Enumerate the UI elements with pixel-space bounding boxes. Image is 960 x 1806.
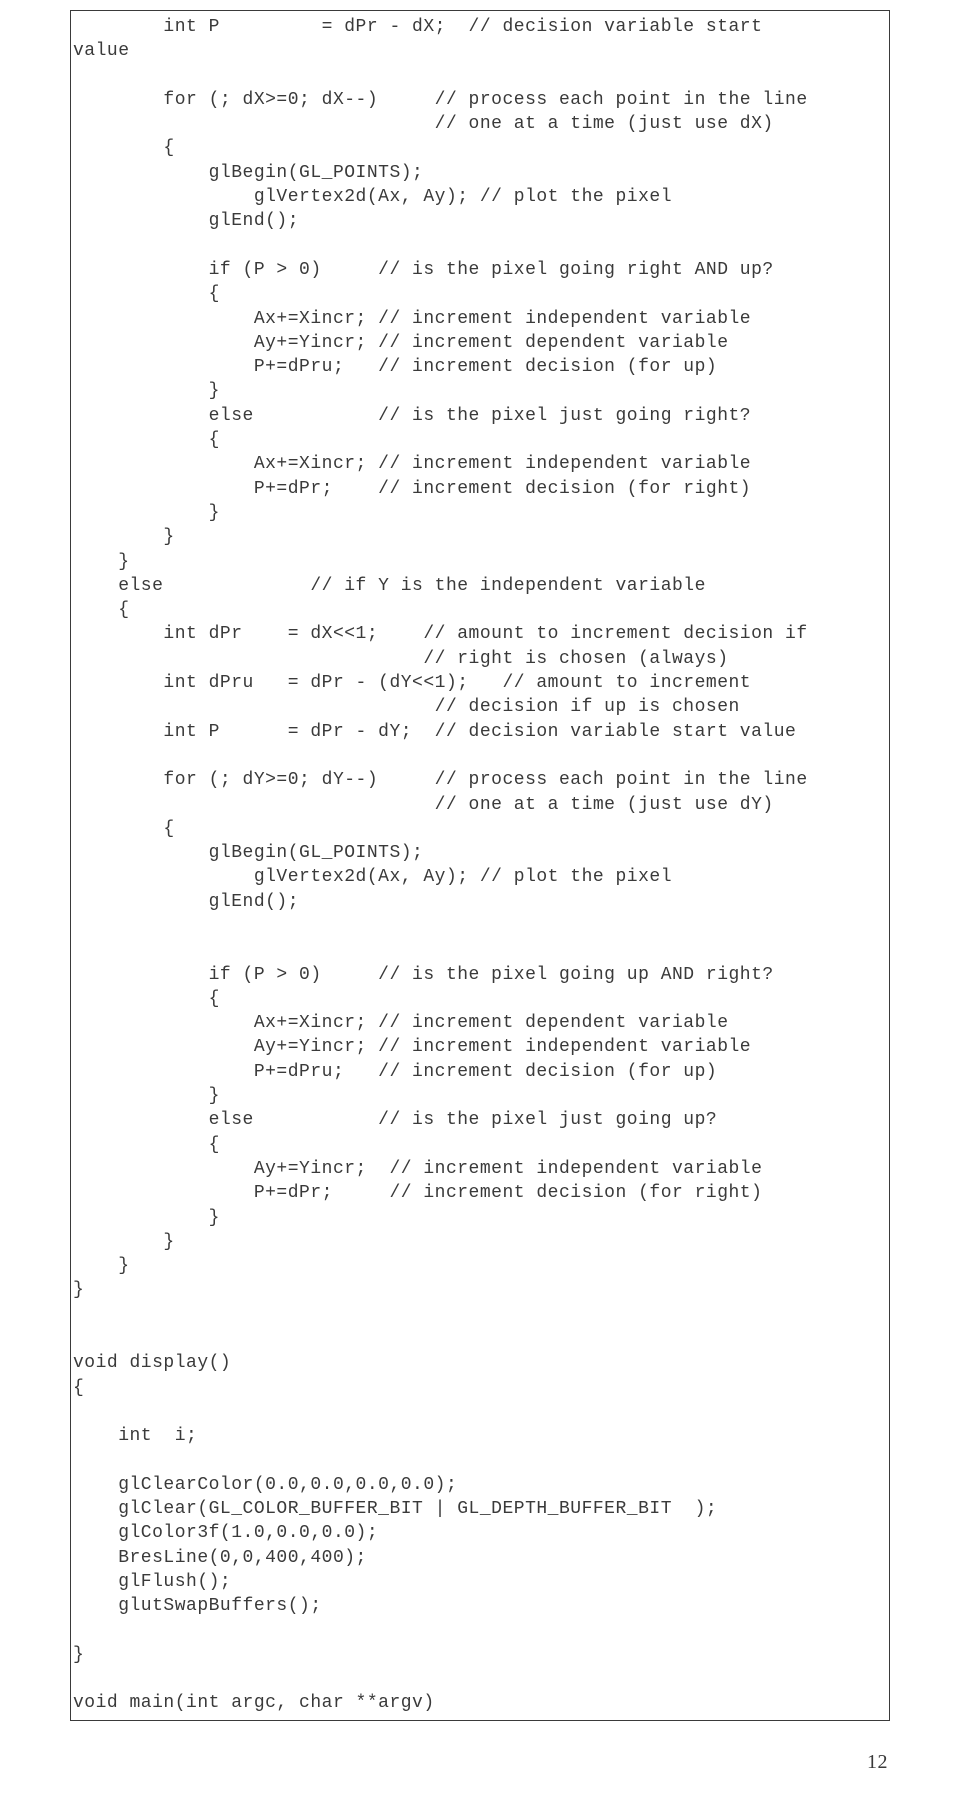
code-listing: int P = dPr - dX; // decision variable s… (73, 15, 881, 1716)
page-number: 12 (70, 1749, 890, 1776)
code-box: int P = dPr - dX; // decision variable s… (70, 10, 890, 1721)
page: int P = dPr - dX; // decision variable s… (0, 0, 960, 1806)
